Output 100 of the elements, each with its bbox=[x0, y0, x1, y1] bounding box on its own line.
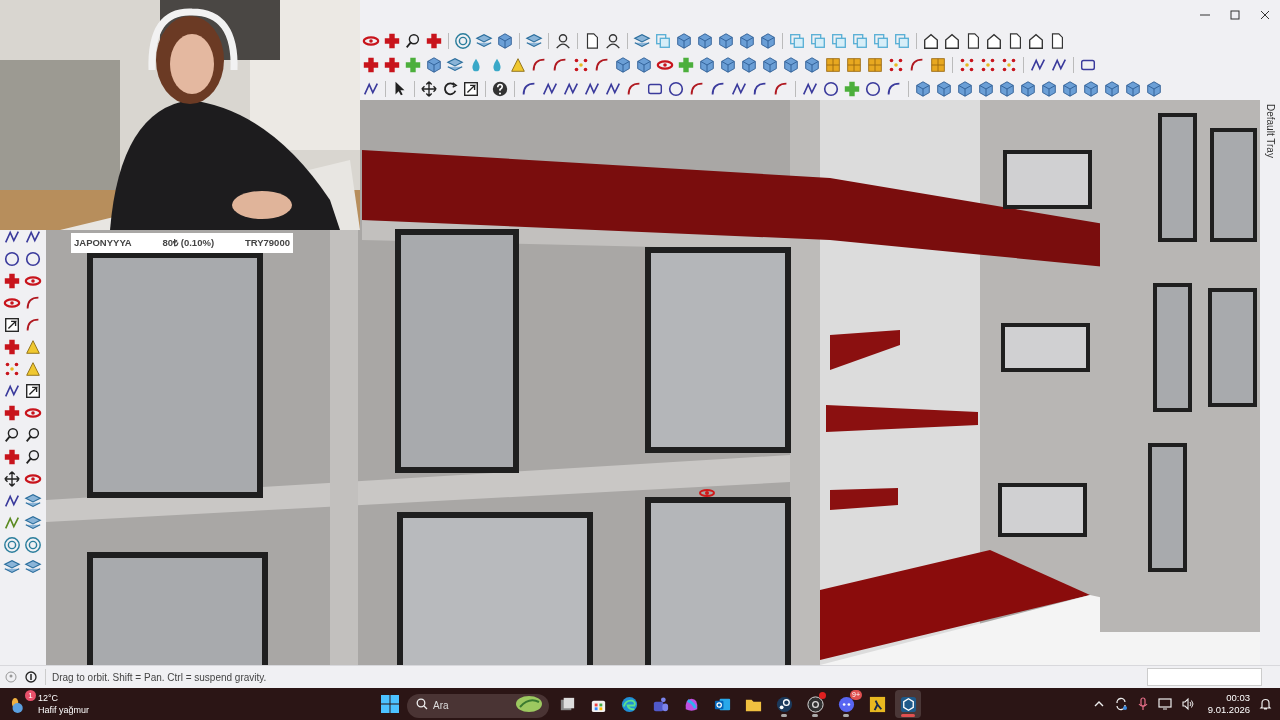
cube-icon[interactable] bbox=[977, 80, 995, 98]
layers-icon[interactable] bbox=[446, 56, 464, 74]
scale-icon[interactable] bbox=[24, 382, 42, 400]
cube-icon[interactable] bbox=[496, 32, 514, 50]
cube-icon[interactable] bbox=[803, 56, 821, 74]
layers-icon[interactable] bbox=[475, 32, 493, 50]
circle-icon[interactable] bbox=[864, 80, 882, 98]
dots-icon[interactable] bbox=[1000, 56, 1018, 74]
cube-icon[interactable] bbox=[425, 56, 443, 74]
cross-icon[interactable] bbox=[3, 272, 21, 290]
house-icon[interactable] bbox=[922, 32, 940, 50]
info-icon[interactable] bbox=[25, 671, 37, 683]
cube-icon[interactable] bbox=[614, 56, 632, 74]
cube-icon[interactable] bbox=[914, 80, 932, 98]
layers-icon[interactable] bbox=[633, 32, 651, 50]
rotate-icon[interactable] bbox=[441, 80, 459, 98]
cube-icon[interactable] bbox=[1103, 80, 1121, 98]
zigzag-icon[interactable] bbox=[3, 514, 21, 532]
cube-icon[interactable] bbox=[998, 80, 1016, 98]
grid-icon[interactable] bbox=[929, 56, 947, 74]
dots-icon[interactable] bbox=[572, 56, 590, 74]
cube-icon[interactable] bbox=[740, 56, 758, 74]
grid-icon[interactable] bbox=[866, 56, 884, 74]
target-icon[interactable] bbox=[454, 32, 472, 50]
search-icon[interactable] bbox=[24, 448, 42, 466]
cube-icon[interactable] bbox=[635, 56, 653, 74]
cube-icon[interactable] bbox=[738, 32, 756, 50]
cube-icon[interactable] bbox=[675, 32, 693, 50]
zigzag-icon[interactable] bbox=[362, 80, 380, 98]
zigzag-icon[interactable] bbox=[541, 80, 559, 98]
zigzag-icon[interactable] bbox=[3, 228, 21, 246]
zigzag-icon[interactable] bbox=[562, 80, 580, 98]
layers-icon[interactable] bbox=[24, 492, 42, 510]
cube-icon[interactable] bbox=[1019, 80, 1037, 98]
layers-icon[interactable] bbox=[525, 32, 543, 50]
cross-icon[interactable] bbox=[3, 404, 21, 422]
triangle-icon[interactable] bbox=[509, 56, 527, 74]
circle-icon[interactable] bbox=[24, 250, 42, 268]
monitor-icon[interactable] bbox=[1157, 697, 1172, 711]
house-icon[interactable] bbox=[985, 32, 1003, 50]
zigzag-icon[interactable] bbox=[1029, 56, 1047, 74]
zigzag-icon[interactable] bbox=[1050, 56, 1068, 74]
zigzag-icon[interactable] bbox=[3, 382, 21, 400]
building-model-drawing[interactable] bbox=[46, 100, 1260, 665]
help-icon[interactable] bbox=[491, 80, 509, 98]
cross-icon[interactable] bbox=[362, 56, 380, 74]
target-icon[interactable] bbox=[3, 536, 21, 554]
cross-icon[interactable] bbox=[425, 32, 443, 50]
measurements-field[interactable] bbox=[1147, 668, 1262, 686]
zigzag-icon[interactable] bbox=[730, 80, 748, 98]
circle-icon[interactable] bbox=[822, 80, 840, 98]
speaker-icon[interactable] bbox=[1180, 697, 1195, 711]
search-icon[interactable] bbox=[24, 426, 42, 444]
move-icon[interactable] bbox=[420, 80, 438, 98]
zigzag-icon[interactable] bbox=[604, 80, 622, 98]
grid-icon[interactable] bbox=[845, 56, 863, 74]
cube-icon[interactable] bbox=[1145, 80, 1163, 98]
cube-icon[interactable] bbox=[935, 80, 953, 98]
cross-icon[interactable] bbox=[383, 56, 401, 74]
user-icon[interactable] bbox=[554, 32, 572, 50]
microphone-icon[interactable] bbox=[1136, 697, 1149, 711]
dots-icon[interactable] bbox=[958, 56, 976, 74]
cube-icon[interactable] bbox=[1124, 80, 1142, 98]
cube-icon[interactable] bbox=[761, 56, 779, 74]
cube-icon[interactable] bbox=[1040, 80, 1058, 98]
cube-icon[interactable] bbox=[956, 80, 974, 98]
move-icon[interactable] bbox=[3, 470, 21, 488]
dots-icon[interactable] bbox=[3, 360, 21, 378]
cross-icon[interactable] bbox=[3, 338, 21, 356]
start-button[interactable] bbox=[378, 692, 402, 716]
layers-icon[interactable] bbox=[3, 558, 21, 576]
cube-icon[interactable] bbox=[717, 32, 735, 50]
clock[interactable]: 00:03 9.01.2026 bbox=[1207, 692, 1250, 716]
circle-icon[interactable] bbox=[667, 80, 685, 98]
taskbar-app[interactable] bbox=[895, 690, 921, 718]
dots-icon[interactable] bbox=[979, 56, 997, 74]
cube-icon[interactable] bbox=[1082, 80, 1100, 98]
house-icon[interactable] bbox=[1027, 32, 1045, 50]
cube-icon[interactable] bbox=[698, 56, 716, 74]
cube-icon[interactable] bbox=[1061, 80, 1079, 98]
scale-icon[interactable] bbox=[3, 316, 21, 334]
zigzag-icon[interactable] bbox=[3, 492, 21, 510]
bell-icon[interactable] bbox=[1259, 697, 1272, 711]
house-icon[interactable] bbox=[943, 32, 961, 50]
zigzag-icon[interactable] bbox=[801, 80, 819, 98]
circle-icon[interactable] bbox=[3, 250, 21, 268]
cube-icon[interactable] bbox=[696, 32, 714, 50]
cube-icon[interactable] bbox=[719, 56, 737, 74]
target-icon[interactable] bbox=[24, 536, 42, 554]
search-field[interactable]: Ara bbox=[407, 693, 549, 718]
scale-icon[interactable] bbox=[462, 80, 480, 98]
cube-icon[interactable] bbox=[782, 56, 800, 74]
zigzag-icon[interactable] bbox=[24, 228, 42, 246]
search-icon[interactable] bbox=[404, 32, 422, 50]
layers-icon[interactable] bbox=[24, 514, 42, 532]
cube-icon[interactable] bbox=[759, 32, 777, 50]
cross-icon[interactable] bbox=[3, 448, 21, 466]
user-icon[interactable] bbox=[604, 32, 622, 50]
dots-icon[interactable] bbox=[887, 56, 905, 74]
sync-icon[interactable] bbox=[1113, 697, 1128, 711]
